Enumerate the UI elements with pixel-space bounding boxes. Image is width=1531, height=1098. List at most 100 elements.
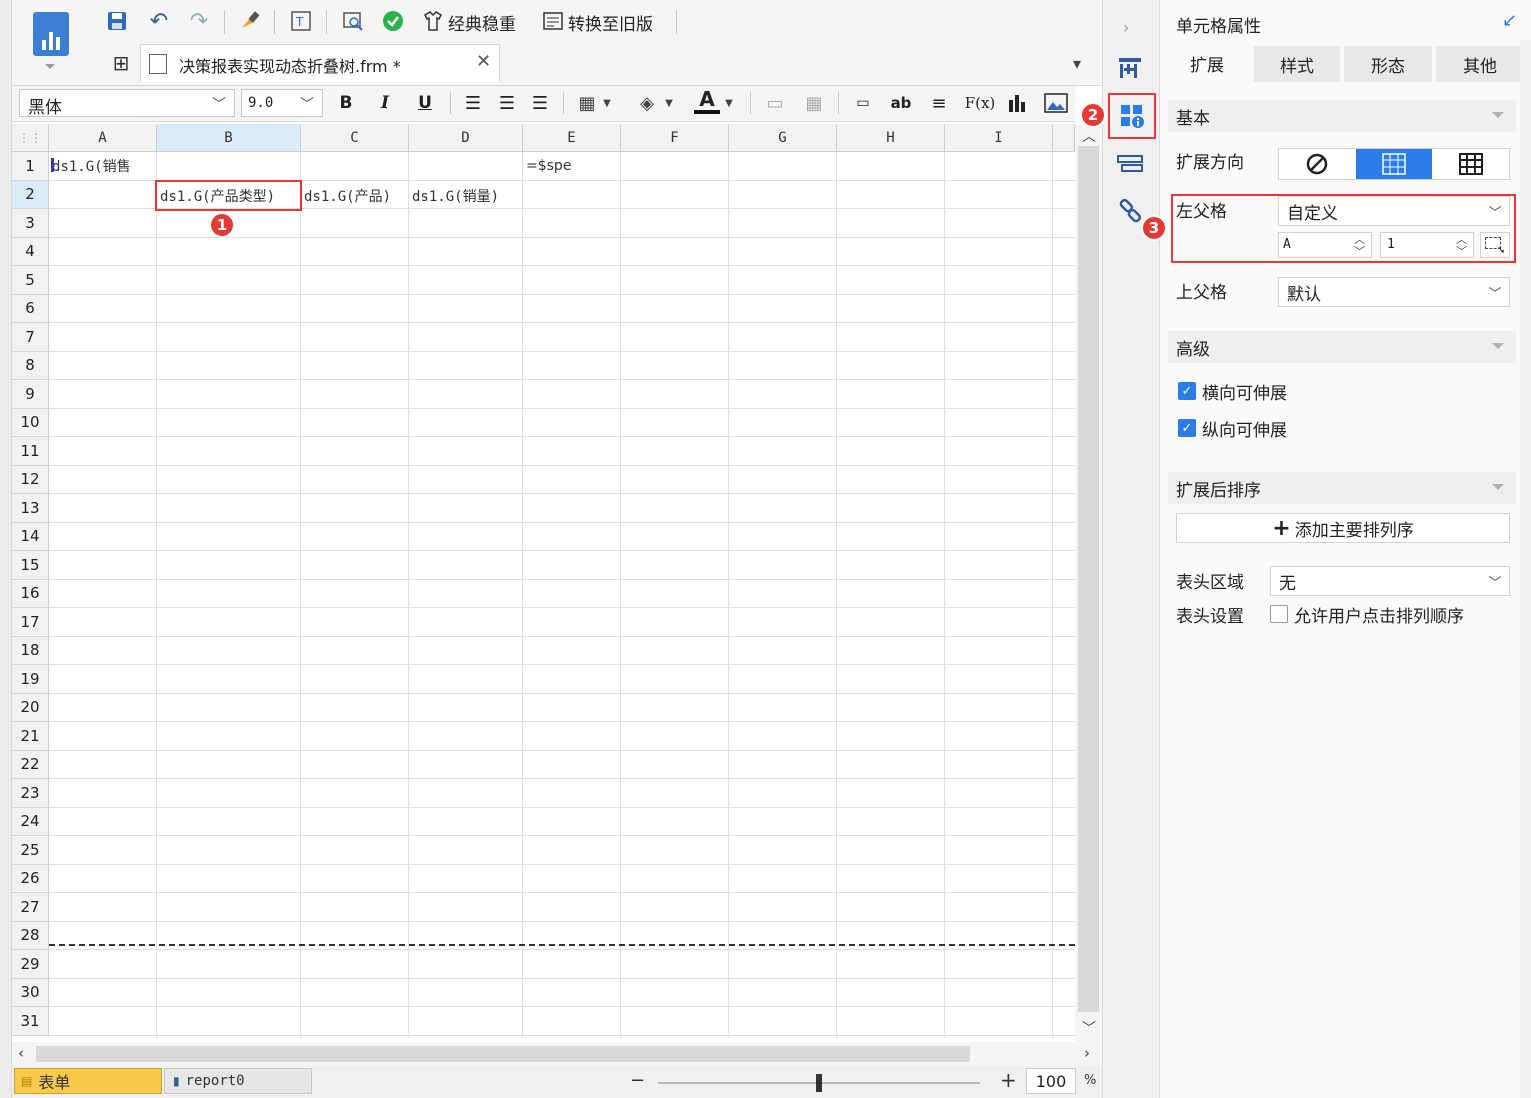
condition-attr-icon[interactable] <box>1116 150 1144 182</box>
expand-horizontal-option[interactable] <box>1432 149 1509 179</box>
preview-icon[interactable] <box>340 8 366 34</box>
allow-user-sort-checkbox[interactable] <box>1270 605 1288 623</box>
font-color-dropdown-icon[interactable]: ▼ <box>722 90 736 116</box>
row-header-2[interactable]: 2 <box>12 180 49 209</box>
expand-none-option[interactable] <box>1279 149 1356 179</box>
row-header-30[interactable]: 30 <box>12 978 49 1007</box>
stepper-down-icon[interactable]: ﹀ <box>1456 243 1467 259</box>
convert-icon[interactable] <box>540 8 566 34</box>
panel-scrollbar[interactable] <box>1520 40 1531 1098</box>
widget-settings-icon[interactable] <box>1116 54 1144 86</box>
row-header-19[interactable]: 19 <box>12 665 49 694</box>
row-header-6[interactable]: 6 <box>12 294 49 323</box>
sheet-tab-form[interactable]: ▤ 表单 <box>14 1068 162 1094</box>
file-tab[interactable]: 决策报表实现动态折叠树.frm * ✕ <box>140 44 500 82</box>
section-sort[interactable]: 扩展后排序 <box>1168 472 1516 504</box>
cell-attr-icon-box[interactable] <box>1108 93 1156 139</box>
fill-color-icon[interactable]: ◈ <box>634 90 660 116</box>
row-header-27[interactable]: 27 <box>12 893 49 922</box>
up-parent-select[interactable]: 默认 ﹀ <box>1278 277 1510 307</box>
section-advanced[interactable]: 高级 <box>1168 331 1516 363</box>
text-box-icon[interactable]: T <box>288 8 314 34</box>
tab-menu-icon[interactable]: ▾ <box>1064 50 1090 76</box>
row-header-16[interactable]: 16 <box>12 579 49 608</box>
vertical-scrollbar[interactable]: ︿ ﹀ <box>1075 124 1102 1042</box>
header-area-select[interactable]: 无 ﹀ <box>1270 566 1510 596</box>
row-header-17[interactable]: 17 <box>12 608 49 637</box>
row-header-9[interactable]: 9 <box>12 380 49 409</box>
hyperlink-icon[interactable] <box>1116 198 1144 230</box>
image-icon[interactable] <box>1043 90 1069 116</box>
align-right-icon[interactable]: ☰ <box>527 90 553 116</box>
cell-D2[interactable]: ds1.G(销量) <box>412 186 522 206</box>
scroll-up-icon[interactable]: ︿ <box>1082 126 1096 146</box>
chart-icon[interactable] <box>1004 90 1030 116</box>
sheet-tab-report[interactable]: ▮ report0 <box>164 1068 312 1094</box>
border-icon[interactable]: ▦ <box>574 90 600 116</box>
font-size-select[interactable]: 9.0 ﹀ <box>241 89 323 117</box>
left-parent-column-stepper[interactable]: A ︿ ﹀ <box>1278 232 1372 258</box>
row-header-5[interactable]: 5 <box>12 266 49 295</box>
row-header-26[interactable]: 26 <box>12 864 49 893</box>
app-menu-arrow-icon[interactable] <box>45 64 55 69</box>
align-center-icon[interactable]: ☰ <box>494 90 520 116</box>
left-collapse-strip[interactable] <box>0 0 12 1098</box>
row-header-25[interactable]: 25 <box>12 836 49 865</box>
horizontal-stretch-checkbox[interactable]: ✓ <box>1178 382 1196 400</box>
row-header-12[interactable]: 12 <box>12 465 49 494</box>
row-header-24[interactable]: 24 <box>12 807 49 836</box>
save-icon[interactable] <box>104 8 130 34</box>
cell-E1[interactable]: =$spe <box>526 158 620 174</box>
row-header-31[interactable]: 31 <box>12 1007 49 1036</box>
column-header-g[interactable]: G <box>729 124 837 152</box>
convert-legacy-button[interactable]: 转换至旧版 <box>568 10 653 35</box>
column-header-a[interactable]: A <box>49 124 157 152</box>
left-parent-select[interactable]: 自定义 ﹀ <box>1278 196 1510 226</box>
style-theme-button[interactable]: 经典稳重 <box>448 10 516 35</box>
close-tab-icon[interactable]: ✕ <box>476 51 491 72</box>
column-header-b[interactable]: B <box>157 124 301 152</box>
row-header-23[interactable]: 23 <box>12 779 49 808</box>
italic-icon[interactable]: I <box>372 90 398 116</box>
scrollbar-thumb[interactable] <box>1078 146 1099 1012</box>
row-header-8[interactable]: 8 <box>12 351 49 380</box>
row-header-4[interactable]: 4 <box>12 237 49 266</box>
section-basic[interactable]: 基本 <box>1168 100 1516 132</box>
font-color-icon[interactable]: A <box>694 87 720 114</box>
zoom-out-button[interactable]: − <box>630 1070 645 1091</box>
zoom-in-button[interactable]: + <box>1000 1068 1017 1092</box>
h-scrollbar-thumb[interactable] <box>36 1046 970 1062</box>
check-icon[interactable] <box>380 8 406 34</box>
column-header-i[interactable]: I <box>945 124 1053 152</box>
row-header-18[interactable]: 18 <box>12 636 49 665</box>
select-cell-picker-icon[interactable]: ➘ <box>1480 232 1510 258</box>
pin-panel-icon[interactable]: ↙ <box>1502 10 1517 31</box>
sheet-corner[interactable]: ⋮⋮ <box>12 124 49 152</box>
row-header-20[interactable]: 20 <box>12 693 49 722</box>
format-painter-icon[interactable] <box>236 8 262 34</box>
align-left-icon[interactable]: ☰ <box>460 90 486 116</box>
tab-form[interactable]: 形态 <box>1344 46 1432 82</box>
app-logo[interactable] <box>33 12 69 56</box>
row-header-7[interactable]: 7 <box>12 323 49 352</box>
column-header-h[interactable]: H <box>837 124 945 152</box>
vertical-stretch-checkbox[interactable]: ✓ <box>1178 419 1196 437</box>
row-header-22[interactable]: 22 <box>12 750 49 779</box>
fill-dropdown-icon[interactable]: ▼ <box>662 90 676 116</box>
row-header-1[interactable]: 1 <box>12 152 49 181</box>
row-header-3[interactable]: 3 <box>12 209 49 238</box>
stepper-down-icon[interactable]: ﹀ <box>1354 243 1365 259</box>
row-header-15[interactable]: 15 <box>12 551 49 580</box>
expand-vertical-option[interactable] <box>1355 149 1433 179</box>
column-header-next[interactable] <box>1053 124 1075 152</box>
merge-cells-icon[interactable]: ▭ <box>762 90 788 116</box>
formula-icon[interactable]: F(x) <box>964 90 996 116</box>
row-header-11[interactable]: 11 <box>12 437 49 466</box>
column-header-c[interactable]: C <box>301 124 409 152</box>
cell-C2[interactable]: ds1.G(产品) <box>304 186 408 206</box>
row-header-29[interactable]: 29 <box>12 950 49 979</box>
insert-text-icon[interactable]: ▭ <box>850 90 876 116</box>
border-dropdown-icon[interactable]: ▼ <box>600 90 614 116</box>
redo-icon[interactable]: ↷ <box>186 8 212 34</box>
insert-richtext-icon[interactable]: ≡ <box>926 90 952 116</box>
